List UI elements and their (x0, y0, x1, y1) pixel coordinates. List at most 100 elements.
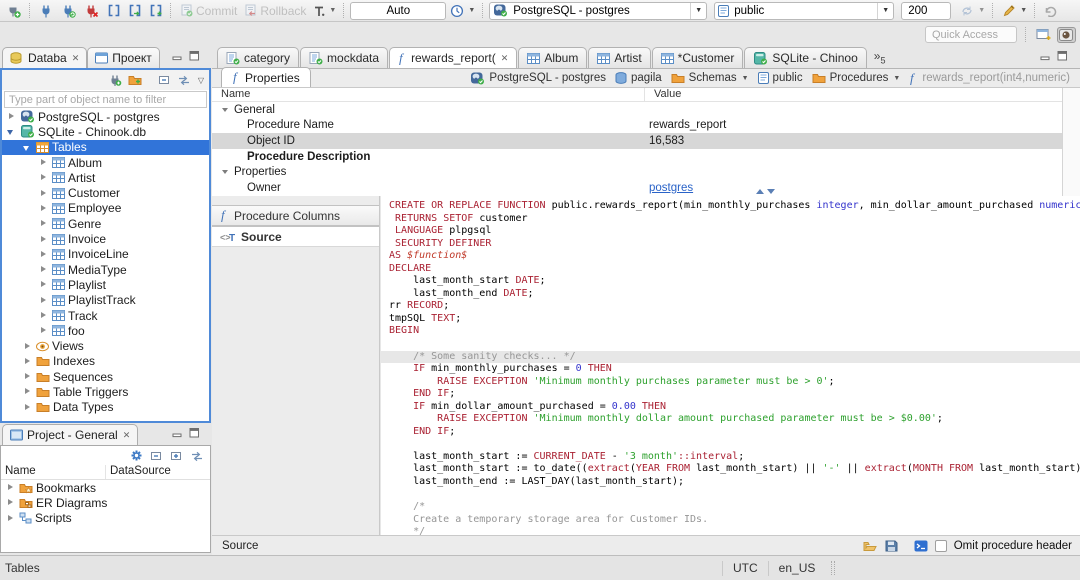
tab-projects[interactable]: Проект (87, 47, 160, 68)
status-timezone[interactable]: UTC (722, 560, 768, 576)
combo-dropdown-icon[interactable]: ▼ (877, 2, 893, 19)
connection-combo[interactable]: PostgreSQL - postgres ▼ (489, 1, 708, 20)
close-icon[interactable]: ✕ (501, 53, 509, 64)
splitter-handle[interactable] (756, 189, 775, 194)
tree-item-genre[interactable]: Genre (2, 216, 209, 231)
twisty-expanded-icon[interactable] (222, 167, 232, 177)
new-connection-button[interactable]: d="M5 1.5v3M9 1.5v3" stroke="#6f7f92" st… (3, 1, 25, 21)
minimize-icon[interactable] (172, 428, 183, 438)
tree-item-mediatype[interactable]: MediaType (2, 262, 209, 277)
breadcrumb-item-schemas[interactable]: Schemas ▼ (671, 72, 749, 84)
status-locale[interactable]: en_US (767, 560, 826, 576)
twisty-collapsed-icon[interactable] (38, 264, 49, 275)
twisty-collapsed-icon[interactable] (38, 249, 49, 260)
close-icon[interactable]: ✕ (72, 53, 80, 64)
editor-tab-customer[interactable]: *Customer (651, 47, 744, 68)
twisty-collapsed-icon[interactable] (22, 386, 33, 397)
tab-project-general[interactable]: Project - General ✕ (2, 424, 139, 445)
twisty-collapsed-icon[interactable] (5, 513, 16, 524)
grid-row-procedure-description[interactable]: Procedure Description (212, 149, 1062, 165)
object-filter-input[interactable] (4, 91, 207, 108)
tree-item-track[interactable]: Track (2, 308, 209, 323)
tree-item-playlist[interactable]: Playlist (2, 277, 209, 292)
twisty-expanded-icon[interactable] (6, 126, 17, 137)
new-connection-small-icon[interactable]: 4"> (108, 74, 122, 86)
auto-sync-button[interactable]: ▼ (957, 1, 988, 21)
new-sql-editor-button[interactable] (146, 1, 166, 21)
grid-row-object-id[interactable]: Object ID 16,583 (212, 133, 1062, 149)
omit-procedure-header-checkbox[interactable] (934, 539, 947, 552)
grid-column-value[interactable]: Value (645, 88, 690, 101)
minimize-icon[interactable] (172, 51, 183, 61)
save-file-icon[interactable] (885, 540, 898, 552)
chevron-down-icon[interactable]: ▼ (742, 75, 749, 82)
maximize-icon[interactable] (189, 428, 200, 438)
collapse-all-icon[interactable] (150, 450, 163, 462)
twisty-collapsed-icon[interactable] (38, 279, 49, 290)
grid-row-owner[interactable]: Owner postgres (212, 180, 1062, 196)
twisty-expanded-icon[interactable] (22, 142, 33, 153)
grid-column-name[interactable]: Name (212, 88, 645, 101)
editor-tab-artist[interactable]: Artist (588, 47, 651, 68)
fetch-size-input[interactable]: 200 (901, 1, 952, 20)
tree-item-data-types[interactable]: Data Types (2, 400, 209, 415)
new-folder-icon[interactable] (128, 74, 142, 86)
transaction-history-button[interactable]: ▼ (447, 1, 478, 21)
twisty-collapsed-icon[interactable] (38, 218, 49, 229)
twisty-collapsed-icon[interactable] (38, 157, 49, 168)
link-editor-icon[interactable] (190, 450, 204, 462)
column-header-datasource[interactable]: DataSource (106, 465, 175, 479)
twisty-collapsed-icon[interactable] (38, 188, 49, 199)
connect-button[interactable] (36, 1, 57, 21)
grid-row-general[interactable]: General (212, 102, 1062, 118)
tree-item-invoice[interactable]: Invoice (2, 231, 209, 246)
twisty-collapsed-icon[interactable] (22, 402, 33, 413)
source-code[interactable]: CREATE OR REPLACE FUNCTION public.reward… (381, 196, 1080, 535)
persist-console-icon[interactable] (914, 540, 928, 552)
chevron-down-icon[interactable]: ▼ (893, 75, 900, 82)
transaction-log-button[interactable]: ▼ (310, 1, 339, 21)
twisty-collapsed-icon[interactable] (38, 203, 49, 214)
twisty-collapsed-icon[interactable] (5, 497, 16, 508)
breadcrumb-item-procedures[interactable]: Procedures ▼ (812, 72, 900, 84)
undo-button[interactable] (1041, 1, 1060, 21)
grid-row-value-link[interactable]: postgres (649, 182, 693, 194)
twisty-collapsed-icon[interactable] (6, 111, 17, 122)
expand-all-icon[interactable] (170, 450, 183, 462)
breadcrumb-item-pagila[interactable]: pagila (615, 72, 662, 84)
open-perspective-icon[interactable] (1036, 28, 1052, 41)
recent-sql-editor-button[interactable] (125, 1, 145, 21)
tab-database-navigator[interactable]: Databa ✕ (2, 47, 88, 68)
editor-tab-mockdata[interactable]: mockdata (300, 47, 389, 68)
link-editor-icon[interactable] (177, 74, 191, 86)
breadcrumb-item-public[interactable]: public (757, 72, 803, 84)
maximize-icon[interactable] (189, 51, 200, 61)
rollback-button[interactable]: Rollback (241, 1, 309, 21)
column-header-name[interactable]: Name (1, 465, 106, 479)
twisty-collapsed-icon[interactable] (5, 482, 16, 493)
collapse-all-icon[interactable] (158, 74, 171, 86)
twisty-expanded-icon[interactable] (222, 105, 232, 115)
twisty-collapsed-icon[interactable] (38, 310, 49, 321)
close-icon[interactable]: ✕ (123, 430, 131, 441)
schema-combo[interactable]: public ▼ (714, 1, 895, 20)
project-item-er-diagrams[interactable]: ER Diagrams (1, 495, 210, 510)
tree-item-album[interactable]: Album (2, 155, 209, 170)
tab-properties[interactable]: f Properties (221, 67, 311, 87)
tree-item-playlisttrack[interactable]: PlaylistTrack (2, 293, 209, 308)
edit-tools-button[interactable]: ▼ (999, 1, 1030, 21)
twisty-collapsed-icon[interactable] (38, 295, 49, 306)
breadcrumb-item-rewards-report-int4-numeric[interactable]: f rewards_report(int4,numeric) (909, 72, 1070, 85)
tree-item-table-triggers[interactable]: Table Triggers (2, 384, 209, 399)
disconnect-button[interactable]: 4"> (81, 1, 103, 21)
gear-icon[interactable] (130, 449, 143, 462)
side-tab-source[interactable]: <> T Source (212, 226, 379, 247)
grid-row-properties[interactable]: Properties (212, 164, 1062, 180)
tab-overflow-button[interactable]: »5 (868, 49, 892, 65)
open-file-icon[interactable] (863, 540, 878, 552)
tree-item-tables[interactable]: Tables (2, 139, 209, 155)
twisty-collapsed-icon[interactable] (22, 371, 33, 382)
twisty-collapsed-icon[interactable] (22, 356, 33, 367)
editor-tab-category[interactable]: category (217, 47, 300, 68)
breadcrumb-item-postgresql-postgres[interactable]: PostgreSQL - postgres (470, 72, 606, 85)
